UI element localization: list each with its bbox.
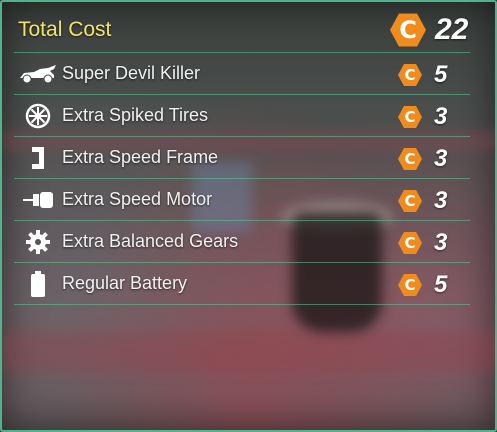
total-cost-row: Total Cost C 22: [14, 8, 470, 53]
coin-icon: C: [398, 189, 422, 213]
total-cost-value: 22: [435, 13, 469, 46]
part-row-frame[interactable]: Extra Speed Frame C 3: [14, 137, 470, 179]
car-icon: [14, 53, 62, 94]
part-row-battery[interactable]: Regular Battery C 5: [14, 263, 470, 305]
part-cost-value: 3: [434, 229, 448, 256]
part-cost: C 5: [398, 271, 458, 299]
tire-icon: [14, 95, 62, 136]
coin-icon: C: [398, 231, 422, 255]
coin-icon: C: [398, 105, 422, 129]
part-row-gears[interactable]: Extra Balanced Gears C 3: [14, 221, 470, 263]
background-blur: [2, 332, 495, 372]
part-cost: C 3: [398, 145, 458, 173]
battery-icon: [14, 263, 62, 304]
part-cost: C 3: [398, 187, 458, 215]
part-cost: C 3: [398, 103, 458, 131]
gear-icon: [14, 221, 62, 262]
coin-icon: C: [398, 63, 422, 87]
part-cost-value: 3: [434, 103, 448, 130]
part-cost-value: 3: [434, 145, 448, 172]
part-row-motor[interactable]: Extra Speed Motor C 3: [14, 179, 470, 221]
cost-summary-panel: Total Cost C 22 Super Devil Killer C 5 E…: [0, 0, 497, 432]
coin-icon: C: [398, 273, 422, 297]
frame-icon: [14, 137, 62, 178]
part-cost-value: 5: [434, 61, 448, 88]
part-row-tires[interactable]: Extra Spiked Tires C 3: [14, 95, 470, 137]
total-cost: C 22: [390, 12, 468, 48]
part-row-car[interactable]: Super Devil Killer C 5: [14, 53, 470, 95]
part-cost: C 5: [398, 61, 458, 89]
part-cost: C 3: [398, 229, 458, 257]
coin-icon: C: [390, 13, 426, 47]
coin-icon: C: [398, 147, 422, 171]
motor-icon: [14, 179, 62, 220]
part-cost-value: 3: [434, 187, 448, 214]
part-cost-value: 5: [434, 271, 448, 298]
